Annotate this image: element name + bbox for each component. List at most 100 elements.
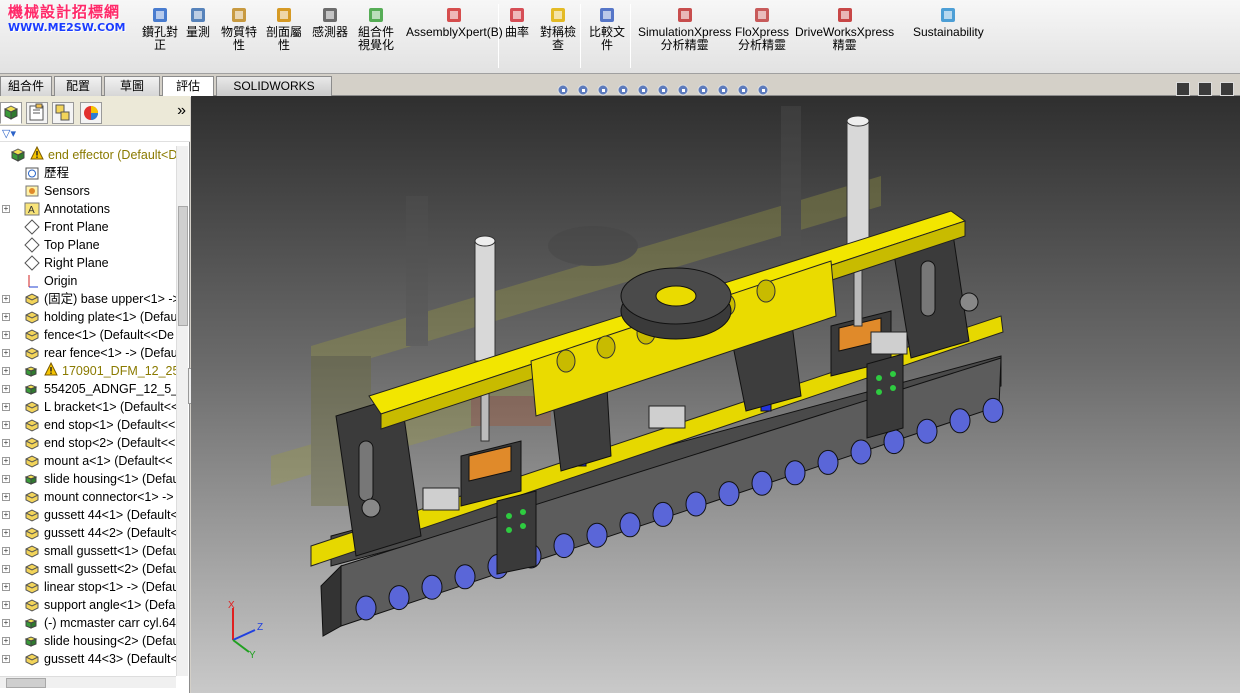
tree-item[interactable]: +554205_ADNGF_12_5_P_A	[2, 380, 176, 398]
expand-toggle-icon[interactable]: +	[2, 493, 10, 501]
feature-tree-tab[interactable]	[0, 102, 22, 124]
expand-toggle-icon[interactable]: +	[2, 439, 10, 447]
expand-toggle-icon[interactable]: +	[2, 511, 10, 519]
tree-item[interactable]: + gussett 44<3> (Default<	[2, 650, 176, 668]
expand-toggle-icon[interactable]: +	[2, 475, 10, 483]
expand-toggle-icon[interactable]: +	[2, 349, 10, 357]
sensor-icon	[321, 6, 339, 24]
small-cylinder-left	[422, 487, 460, 511]
display-manager-tab[interactable]	[80, 102, 102, 124]
watermark-logo: 機械設計招標網 WWW.ME2SW.COM	[8, 3, 126, 34]
tree-item[interactable]: + holding plate<1> (Defau	[2, 308, 176, 326]
expand-toggle-icon[interactable]: +	[2, 637, 10, 645]
assemblyxpert-command[interactable]: AssemblyXpert(B)	[406, 6, 503, 39]
tree-item[interactable]: + A Annotations	[2, 200, 110, 218]
ribbon-separator	[630, 4, 631, 68]
expand-toggle-icon[interactable]: +	[2, 367, 10, 375]
tree-item[interactable]: + end stop<2> (Default<<	[2, 434, 175, 452]
tree-item[interactable]: 歷程	[2, 164, 69, 182]
compare-documents-command[interactable]: 比較文 件	[589, 6, 625, 52]
tree-item-label: holding plate<1> (Defau	[44, 310, 176, 324]
tree-item[interactable]: + gussett 44<2> (Default<	[2, 524, 176, 542]
expand-toggle-icon[interactable]: +	[2, 331, 10, 339]
expand-toggle-icon[interactable]: +	[2, 457, 10, 465]
expand-toggle-icon[interactable]: +	[2, 619, 10, 627]
tree-item[interactable]: + (固定) base upper<1> ->	[2, 290, 176, 308]
tree-item[interactable]: + end stop<1> (Default<<	[2, 416, 175, 434]
floxpress-icon	[753, 6, 771, 24]
mass-properties-command[interactable]: 物質特 性	[221, 6, 257, 52]
expand-toggle-icon[interactable]: +	[2, 601, 10, 609]
expand-toggle-icon[interactable]: +	[2, 313, 10, 321]
symmetry-check-command[interactable]: 對稱檢 查	[540, 6, 576, 52]
tree-item[interactable]: + small gussett<2> (Defau	[2, 560, 176, 578]
tree-item-label: small gussett<1> (Defau	[44, 544, 176, 558]
part-icon	[24, 525, 40, 541]
y-axis-line	[232, 639, 250, 653]
tree-item[interactable]: + L bracket<1> (Default<<	[2, 398, 176, 416]
tree-item[interactable]: +170901_DFM_12_25_P	[2, 361, 176, 380]
part-icon	[24, 489, 40, 505]
tree-item[interactable]: + rear fence<1> -> (Defau	[2, 344, 176, 362]
assembly-model-view[interactable]	[191, 96, 1240, 693]
tree-vertical-scrollbar[interactable]	[176, 146, 188, 676]
assembly-visualization-command[interactable]: 組合件 視覺化	[358, 6, 394, 52]
beam-hole	[556, 349, 576, 373]
tab-1[interactable]: 配置	[54, 76, 102, 96]
tree-item[interactable]: Top Plane	[2, 236, 100, 254]
tab-4[interactable]: SOLIDWORKS MBD	[216, 76, 332, 111]
tree-item[interactable]: Right Plane	[2, 254, 109, 272]
tree-item[interactable]: + mount a<1> (Default<<	[2, 452, 173, 470]
y-axis-label: Y	[249, 650, 256, 660]
expand-toggle-icon[interactable]: +	[2, 547, 10, 555]
scroll-thumb[interactable]	[178, 206, 188, 326]
tree-item[interactable]: + slide housing<2> (Defau	[2, 632, 176, 650]
tab-0[interactable]: 組合件	[0, 76, 52, 96]
scroll-thumb[interactable]	[6, 678, 46, 688]
left-end-clamp	[496, 490, 537, 575]
sustainability-command[interactable]: Sustainability	[913, 6, 984, 39]
part-icon	[24, 561, 40, 577]
expand-toggle-icon[interactable]: +	[2, 205, 10, 213]
expand-toggle-icon[interactable]: +	[2, 403, 10, 411]
tree-item[interactable]: Origin	[2, 272, 77, 290]
sensor-command[interactable]: 感測器	[312, 6, 348, 39]
tree-filter[interactable]: ▽▾	[0, 126, 190, 142]
tree-item[interactable]: Sensors	[2, 182, 90, 200]
tree-item[interactable]: + linear stop<1> -> (Defau	[2, 578, 176, 596]
tree-item[interactable]: + (-) mcmaster carr cyl.6498	[2, 614, 176, 632]
expand-toggle-icon[interactable]: +	[2, 385, 10, 393]
tree-item[interactable]: + mount connector<1> ->	[2, 488, 174, 506]
simulationxpress-command[interactable]: SimulationXpress 分析精靈	[638, 6, 731, 52]
driveworksxpress-command[interactable]: DriveWorksXpress 精靈	[795, 6, 894, 52]
tab-3[interactable]: 評估	[162, 76, 214, 97]
configuration-manager-tab[interactable]	[52, 102, 74, 124]
expand-toggle-icon[interactable]: +	[2, 583, 10, 591]
expand-toggle-icon[interactable]: +	[2, 529, 10, 537]
hole-alignment-command[interactable]: 鑽孔對 正	[142, 6, 178, 52]
tab-2[interactable]: 草圖	[104, 76, 160, 96]
expand-toggle-icon[interactable]: +	[2, 295, 10, 303]
history-icon	[24, 165, 40, 181]
property-manager-tab[interactable]	[26, 102, 48, 124]
section-properties-command[interactable]: 剖面屬 性	[266, 6, 302, 52]
floxpress-command[interactable]: FloXpress 分析精靈	[735, 6, 789, 52]
tree-item[interactable]: + gussett 44<1> (Default<	[2, 506, 176, 524]
tree-item[interactable]: + support angle<1> (Defa	[2, 596, 175, 614]
tree-item[interactable]: end effector (Default<Di	[0, 146, 176, 164]
more-tabs-chevron-icon[interactable]: »	[177, 102, 186, 120]
filter-icon[interactable]: ▽▾	[2, 128, 16, 140]
tree-item[interactable]: + fence<1> (Default<<De	[2, 326, 174, 344]
expand-toggle-icon[interactable]: +	[2, 565, 10, 573]
graphics-area[interactable]: X Z Y	[191, 82, 1240, 693]
expand-toggle-icon[interactable]: +	[2, 421, 10, 429]
tree-item[interactable]: + slide housing<1> (Defau	[2, 470, 176, 488]
expand-toggle-icon[interactable]: +	[2, 655, 10, 663]
tree-horizontal-scrollbar[interactable]	[0, 676, 176, 688]
measure-command[interactable]: 量測	[186, 6, 210, 39]
tree-item[interactable]: + small gussett<1> (Defau	[2, 542, 176, 560]
part-icon	[24, 435, 40, 451]
curvature-command[interactable]: 曲率	[505, 6, 529, 39]
tree-item[interactable]: Front Plane	[2, 218, 109, 236]
subassembly-icon	[24, 615, 40, 631]
